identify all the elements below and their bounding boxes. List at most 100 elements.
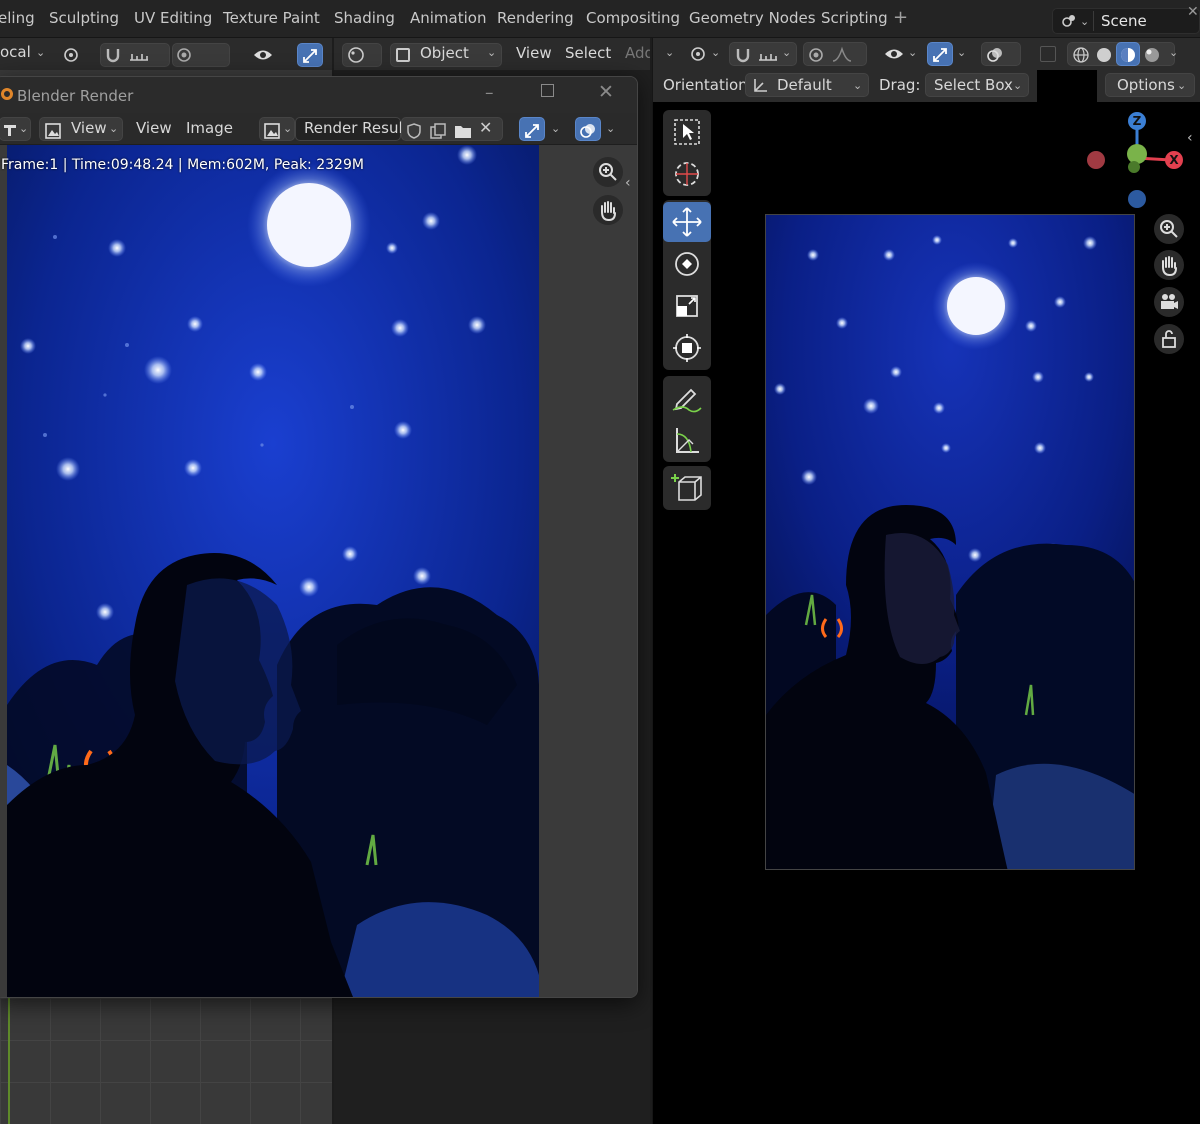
tool-settings-header: Orientation: Default ⌄ Drag: Select Box … xyxy=(653,70,1200,102)
workspace-bar: eling Sculpting UV Editing Texture Paint… xyxy=(0,0,1200,38)
render-window: Blender Render – ✕ ⌄ View ⌄ View Image ⌄… xyxy=(0,76,638,998)
tab-scripting[interactable]: Scripting xyxy=(821,9,888,27)
zoom-button[interactable] xyxy=(593,157,623,187)
close-icon[interactable]: ✕ xyxy=(598,81,614,103)
gizmo-icon xyxy=(933,48,947,62)
menu-add[interactable]: Add xyxy=(625,44,650,62)
tab-texture-paint[interactable]: Texture Paint xyxy=(223,9,320,27)
view-mode-label: View xyxy=(71,119,107,137)
proportional-editing-icon[interactable] xyxy=(807,46,825,64)
duplicate-icon[interactable] xyxy=(430,123,446,139)
solid-shading-icon[interactable] xyxy=(1094,45,1114,65)
camera-view-render xyxy=(766,215,1134,869)
image-browse-icon xyxy=(264,123,280,139)
rotate-tool[interactable] xyxy=(663,244,711,284)
scale-tool[interactable] xyxy=(663,286,711,326)
pivot-icon[interactable] xyxy=(689,45,707,63)
render-window-titlebar[interactable]: Blender Render – ✕ xyxy=(0,77,637,113)
image-icon xyxy=(45,123,61,139)
rotate-icon xyxy=(675,252,699,276)
image-name: Render Result xyxy=(304,119,409,137)
magnet-icon[interactable] xyxy=(104,46,122,64)
blender-logo-icon xyxy=(1,88,13,100)
hand-icon xyxy=(1162,256,1177,277)
chevron-down-icon: ⌄ xyxy=(908,46,918,59)
header-gap xyxy=(1037,70,1097,102)
object-mode-icon xyxy=(396,48,410,62)
orientation-icon xyxy=(754,79,767,92)
area-close-icon[interactable]: ✕ xyxy=(1187,4,1199,20)
select-box-tool[interactable] xyxy=(663,112,711,152)
menu-view[interactable]: View xyxy=(516,44,552,62)
tab-animation[interactable]: Animation xyxy=(410,9,486,27)
tab-sculpting[interactable]: Sculpting xyxy=(49,9,119,27)
left-header: ocal ⌄ xyxy=(0,38,332,70)
add-cube-tool[interactable] xyxy=(663,468,711,508)
menu-view[interactable]: View xyxy=(136,119,172,137)
image-editor-header: ⌄ View ⌄ View Image ⌄ Render Result ✕ ⌄ … xyxy=(0,113,637,145)
sidebar-toggle-icon[interactable]: ‹ xyxy=(625,175,631,191)
gizmo-icon xyxy=(303,49,317,63)
night-scene-render xyxy=(7,145,539,997)
measure-ruler-icon xyxy=(676,428,699,453)
add-workspace-icon[interactable]: + xyxy=(893,7,908,28)
annotate-pencil-icon xyxy=(672,388,702,413)
minimize-icon[interactable]: – xyxy=(485,83,494,103)
orientation-value: Default xyxy=(777,76,832,94)
fake-user-shield-icon[interactable] xyxy=(406,123,422,139)
middle-header: Object ⌄ View Select Add xyxy=(334,38,650,70)
tab-shading[interactable]: Shading xyxy=(334,9,395,27)
menu-image[interactable]: Image xyxy=(186,119,233,137)
unlink-close-icon[interactable]: ✕ xyxy=(479,118,492,137)
open-folder-icon[interactable] xyxy=(454,123,472,139)
snap-increment-icon[interactable] xyxy=(128,46,150,64)
image-editor-icon xyxy=(4,125,16,136)
camera-frame xyxy=(765,214,1135,870)
wireframe-shading-icon[interactable] xyxy=(1071,45,1091,65)
falloff-icon[interactable] xyxy=(831,46,853,64)
chevron-down-icon: ⌄ xyxy=(1013,79,1023,92)
pan-button[interactable] xyxy=(593,195,623,225)
render-window-title: Blender Render xyxy=(17,87,134,105)
transform-tool[interactable] xyxy=(663,328,711,368)
visibility-eye-icon[interactable] xyxy=(883,45,905,63)
pivot-icon[interactable] xyxy=(62,46,80,64)
move-icon xyxy=(672,207,702,237)
measure-tool[interactable] xyxy=(663,420,711,460)
move-tool[interactable] xyxy=(663,202,711,242)
annotate-tool[interactable] xyxy=(663,378,711,418)
zoom-icon xyxy=(599,163,617,181)
magnet-icon[interactable] xyxy=(734,46,752,64)
tab-compositing[interactable]: Compositing xyxy=(586,9,680,27)
snap-increment-icon[interactable] xyxy=(757,46,779,64)
tab-modeling[interactable]: eling xyxy=(0,9,35,27)
menu-select[interactable]: Select xyxy=(565,44,611,62)
rendered-shading-icon[interactable] xyxy=(1142,45,1162,65)
chevron-down-icon: ⌄ xyxy=(782,46,792,59)
tab-geometry-nodes[interactable]: Geometry Nodes xyxy=(689,9,816,27)
xray-icon[interactable] xyxy=(1040,46,1056,62)
tab-uv-editing[interactable]: UV Editing xyxy=(134,9,212,27)
tab-rendering[interactable]: Rendering xyxy=(497,9,574,27)
sidebar-toggle-icon[interactable]: ‹ xyxy=(1187,130,1193,146)
transform-orientation-label[interactable]: ocal xyxy=(0,43,31,61)
lock-camera-button[interactable] xyxy=(1154,324,1184,354)
scene-selector[interactable]: ⌄ Scene xyxy=(1052,8,1200,34)
camera-view-button[interactable] xyxy=(1154,287,1184,317)
floor-grid xyxy=(0,998,332,1124)
chevron-down-icon: ⌄ xyxy=(606,122,616,135)
y-axis-line xyxy=(8,998,10,1124)
maximize-icon[interactable] xyxy=(541,84,554,97)
chevron-down-icon[interactable]: ⌄ xyxy=(665,46,674,59)
add-cube-icon xyxy=(671,474,702,501)
cursor-tool[interactable] xyxy=(663,154,711,194)
zoom-button[interactable] xyxy=(1154,214,1184,244)
chevron-down-icon: ⌄ xyxy=(853,79,863,92)
hand-icon xyxy=(601,201,616,222)
chevron-down-icon: ⌄ xyxy=(487,46,497,59)
pan-button[interactable] xyxy=(1154,250,1184,280)
camera-icon xyxy=(1161,294,1178,309)
proportional-editing-icon[interactable] xyxy=(175,46,193,64)
visibility-eye-icon[interactable] xyxy=(252,46,274,64)
zoom-icon xyxy=(1160,220,1178,238)
